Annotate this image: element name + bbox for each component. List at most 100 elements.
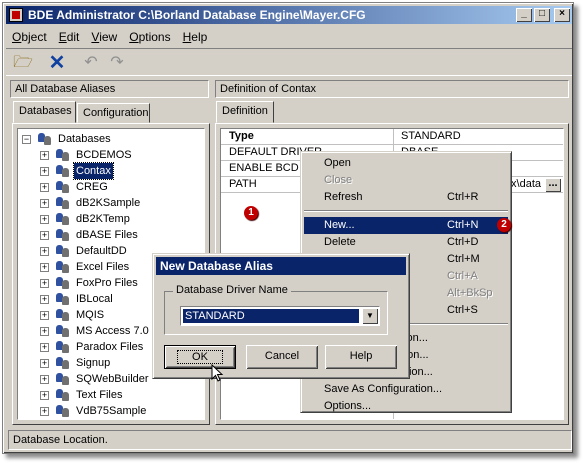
expand-icon[interactable]: + [40,391,49,400]
database-icon [56,341,70,353]
tree-item-label: CREG [76,181,108,193]
database-icon [56,181,70,193]
tree-item-label: MQIS [76,309,105,321]
expand-icon[interactable]: + [40,375,49,384]
minimize-button[interactable]: _ [516,8,532,22]
driver-name-select[interactable]: STANDARD ▼ [180,306,380,326]
maximize-button[interactable]: □ [534,8,550,22]
database-icon [56,165,70,177]
menu-item-options[interactable]: Options... [304,398,508,415]
database-icon [38,133,52,145]
expand-icon[interactable]: + [40,247,49,256]
database-icon [56,261,70,273]
menu-item-delete[interactable]: Delete Ctrl+D [304,234,508,251]
menu-item-label: Options... [324,400,372,412]
tree-item-label: dB2KTemp [76,213,130,225]
menu-item-label: Refresh [324,191,363,203]
tree-item-label: Excel Files [76,261,130,273]
menu-options[interactable]: Options [123,28,176,44]
tree-item-label: dB2KSample [76,197,141,209]
menu-edit[interactable]: Edit [53,28,86,44]
expand-icon[interactable]: + [40,359,49,368]
menu-bar: Object Edit View Options Help [6,28,213,46]
tree-item-label: Contax [73,162,114,180]
menu-item-refresh[interactable]: Refresh Ctrl+R [304,189,508,206]
tree-item-label: VdB75Sample [76,405,147,417]
ok-button[interactable]: OK [164,345,236,369]
menu-item-save-as-configuration[interactable]: Save As Configuration... [304,381,508,398]
cancel-button[interactable]: Cancel [246,345,318,369]
menu-item-shortcut: Ctrl+A [447,270,478,282]
database-icon [56,245,70,257]
menu-item-new[interactable]: New... Ctrl+N [304,217,508,234]
collapse-icon[interactable]: − [22,135,31,144]
delete-x-icon[interactable]: ✕ [46,53,68,73]
tab-databases[interactable]: Databases [13,101,76,123]
expand-icon[interactable]: + [40,279,49,288]
tab-configuration[interactable]: Configuration [77,103,150,123]
title-bar[interactable]: BDE Administrator C:\Borland Database En… [6,6,572,24]
right-pane-header: Definition of Contax [215,80,569,98]
expand-icon[interactable]: + [40,407,49,416]
expand-icon[interactable]: + [40,343,49,352]
menu-item-open[interactable]: Open [304,155,508,172]
database-icon [56,229,70,241]
tree-item-label: IBLocal [76,293,113,305]
expand-icon[interactable]: + [40,151,49,160]
expand-icon[interactable]: + [40,183,49,192]
expand-icon[interactable]: + [40,215,49,224]
menu-help[interactable]: Help [177,28,214,44]
driver-group-label: Database Driver Name [173,284,291,296]
expand-icon[interactable]: + [40,231,49,240]
database-icon [56,325,70,337]
property-value[interactable]: STANDARD [393,129,563,145]
menu-item-close: Close [304,172,508,189]
expand-icon[interactable]: + [40,295,49,304]
expand-icon[interactable]: + [40,199,49,208]
database-icon [56,357,70,369]
redo-icon[interactable]: ↷ [106,53,128,73]
tree-item-label: FoxPro Files [76,277,138,289]
menu-item-shortcut: Alt+BkSp [447,287,493,299]
undo-icon[interactable]: ↶ [80,53,102,73]
menu-item-shortcut: Ctrl+N [447,219,479,231]
window-title: BDE Administrator C:\Borland Database En… [28,8,366,22]
definition-row[interactable]: Type STANDARD [221,129,563,145]
database-icon [56,293,70,305]
menu-view[interactable]: View [85,28,123,44]
mouse-cursor-icon [211,364,224,382]
expand-icon[interactable]: + [40,263,49,272]
tree-item-label: Databases [58,133,111,145]
menu-object[interactable]: Object [6,28,53,44]
tab-definition[interactable]: Definition [216,101,274,123]
browse-path-button[interactable]: ... [545,178,561,192]
toolbar: 🗁 ✕ ↶ ↷ [6,48,572,76]
driver-name-value: STANDARD [182,308,360,324]
database-icon [56,309,70,321]
database-icon [56,213,70,225]
tree-item-label: SQWebBuilder [76,373,149,385]
close-button[interactable]: × [554,8,570,22]
tree-item-label: dBASE Files [76,229,138,241]
database-icon [56,405,70,417]
callout-badge-2: 2 [497,218,511,232]
menu-item-label: Save As Configuration... [324,383,443,395]
expand-icon[interactable]: + [40,327,49,336]
help-button[interactable]: Help [325,345,397,369]
menu-item-shortcut: Ctrl+D [447,236,479,248]
new-alias-dialog: New Database Alias Database Driver Name … [152,253,410,379]
expand-icon[interactable]: + [40,311,49,320]
property-name: Type [229,130,254,142]
menu-item-label: Close [324,174,353,186]
dialog-title[interactable]: New Database Alias [156,257,406,275]
tree-item-label: Paradox Files [76,341,144,353]
chevron-down-icon[interactable]: ▼ [362,308,378,324]
database-icon [56,373,70,385]
database-icon [56,277,70,289]
menu-separator [304,210,508,212]
menu-item-label: Open [324,157,351,169]
tree-item-label: Signup [76,357,111,369]
menu-item-shortcut: Ctrl+S [447,304,478,316]
open-folder-icon[interactable]: 🗁 [12,53,34,73]
expand-icon[interactable]: + [40,167,49,176]
